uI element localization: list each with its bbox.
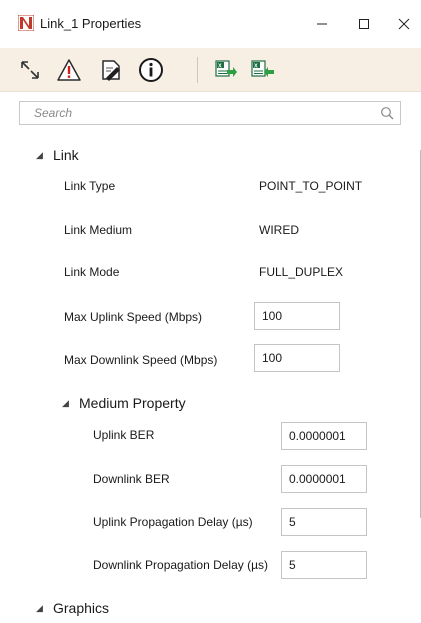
- search-box: [19, 101, 401, 125]
- prop-value-link-mode: FULL_DUPLEX: [259, 265, 344, 279]
- collapse-caret-icon[interactable]: ◢: [36, 150, 44, 161]
- uplink-ber-field[interactable]: [281, 422, 367, 450]
- group-graphics-header[interactable]: ◢ Graphics: [36, 600, 109, 616]
- excel-export-icon[interactable]: X: [212, 56, 240, 84]
- warning-icon[interactable]: [55, 56, 83, 84]
- max-uplink-speed-field[interactable]: [254, 302, 340, 330]
- search-icon[interactable]: [380, 106, 394, 120]
- title-bar: Link_1 Properties: [0, 0, 421, 48]
- max-downlink-speed-field[interactable]: [254, 344, 340, 372]
- uplink-propagation-delay-field[interactable]: [281, 508, 367, 536]
- collapse-caret-icon[interactable]: ◢: [62, 398, 70, 409]
- prop-label-max-uplink-speed: Max Uplink Speed (Mbps): [64, 310, 203, 324]
- excel-import-icon[interactable]: X: [248, 56, 276, 84]
- prop-label-downlink-ber: Downlink BER: [93, 472, 170, 486]
- search-input[interactable]: [20, 102, 370, 124]
- downlink-ber-field[interactable]: [281, 465, 367, 493]
- minimize-icon[interactable]: [302, 10, 342, 38]
- prop-value-link-type: POINT_TO_POINT: [259, 179, 363, 193]
- group-medium-property-header[interactable]: ◢ Medium Property: [62, 395, 186, 411]
- downlink-propagation-delay-field[interactable]: [281, 551, 367, 579]
- prop-label-link-medium: Link Medium: [64, 223, 133, 237]
- prop-label-max-downlink-speed: Max Downlink Speed (Mbps): [64, 353, 218, 367]
- svg-text:X: X: [218, 63, 222, 69]
- maximize-icon[interactable]: [344, 10, 384, 38]
- toolbar-separator: [197, 57, 198, 83]
- group-graphics-label: Graphics: [53, 600, 110, 616]
- prop-label-link-mode: Link Mode: [64, 265, 120, 279]
- toolbar: X X: [0, 48, 421, 92]
- prop-value-link-medium: WIRED: [259, 223, 299, 237]
- prop-label-uplink-propagation-delay: Uplink Propagation Delay (µs): [93, 515, 253, 529]
- prop-label-downlink-propagation-delay: Downlink Propagation Delay (µs): [93, 558, 268, 572]
- close-icon[interactable]: [384, 10, 421, 38]
- svg-text:X: X: [254, 63, 258, 69]
- prop-label-uplink-ber: Uplink BER: [93, 428, 155, 442]
- prop-label-link-type: Link Type: [64, 179, 116, 193]
- group-link-header[interactable]: ◢ Link: [36, 147, 79, 163]
- group-medium-property-label: Medium Property: [79, 395, 186, 411]
- collapse-caret-icon[interactable]: ◢: [36, 603, 44, 614]
- window-title: Link_1 Properties: [40, 16, 142, 31]
- expand-collapse-icon[interactable]: [16, 56, 44, 84]
- edit-document-icon[interactable]: [97, 56, 125, 84]
- netsim-app-icon: [17, 14, 35, 32]
- info-icon[interactable]: [137, 56, 165, 84]
- group-link-label: Link: [53, 147, 79, 163]
